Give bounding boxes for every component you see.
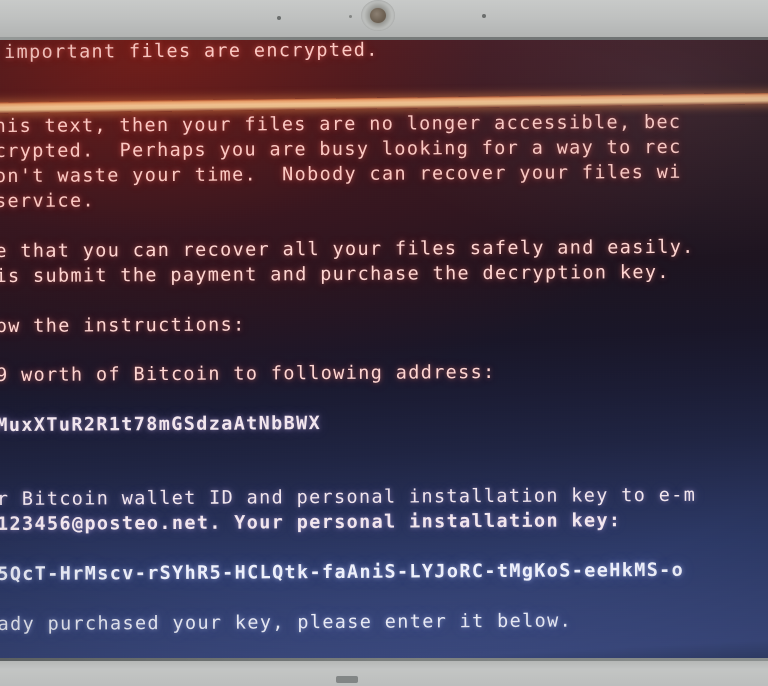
ransom-line-11: r Bitcoin wallet ID and personal install… xyxy=(0,484,697,511)
ransom-line-8-instructions: ow the instructions: xyxy=(0,314,246,338)
ransom-note-terminal: important files are encrypted. his text,… xyxy=(0,34,768,635)
ransom-line-5: service. xyxy=(0,190,95,213)
bitcoin-address: MuxXTuR2R1t78mGSdzaAtNbBWX xyxy=(0,413,322,437)
ransom-line-2: his text, then your files are no longer … xyxy=(0,111,682,138)
webcam-icon xyxy=(361,0,395,31)
ransom-line-9-amount: 9 worth of Bitcoin to following address: xyxy=(0,361,496,387)
laptop-bottom-bezel xyxy=(0,658,768,686)
hinge-nub xyxy=(336,676,358,683)
microphone-hole-icon xyxy=(277,16,281,20)
ransom-line-3: crypted. Perhaps you are busy looking fo… xyxy=(0,136,682,163)
laptop-photo: important files are encrypted. his text,… xyxy=(0,0,768,686)
installation-key: 5QcT-HrMscv-rSYhR5-HCLQtk-faAniS-LYJoRC-… xyxy=(0,559,685,586)
ransom-line-7: is submit the payment and purchase the d… xyxy=(0,261,670,288)
laptop-top-bezel xyxy=(0,0,768,40)
laptop-screen: important files are encrypted. his text,… xyxy=(0,34,768,660)
camera-indicator-led-icon xyxy=(349,15,352,18)
contact-email: 123456@posteo.net. Your personal install… xyxy=(0,510,622,536)
screen-content: important files are encrypted. his text,… xyxy=(0,34,768,660)
ambient-light-sensor-icon xyxy=(482,14,486,18)
ransom-line-6: e that you can recover all your files sa… xyxy=(0,236,695,263)
enter-key-prompt: ady purchased your key, please enter it … xyxy=(0,610,573,636)
ransom-line-4: on't waste your time. Nobody can recover… xyxy=(0,161,682,188)
